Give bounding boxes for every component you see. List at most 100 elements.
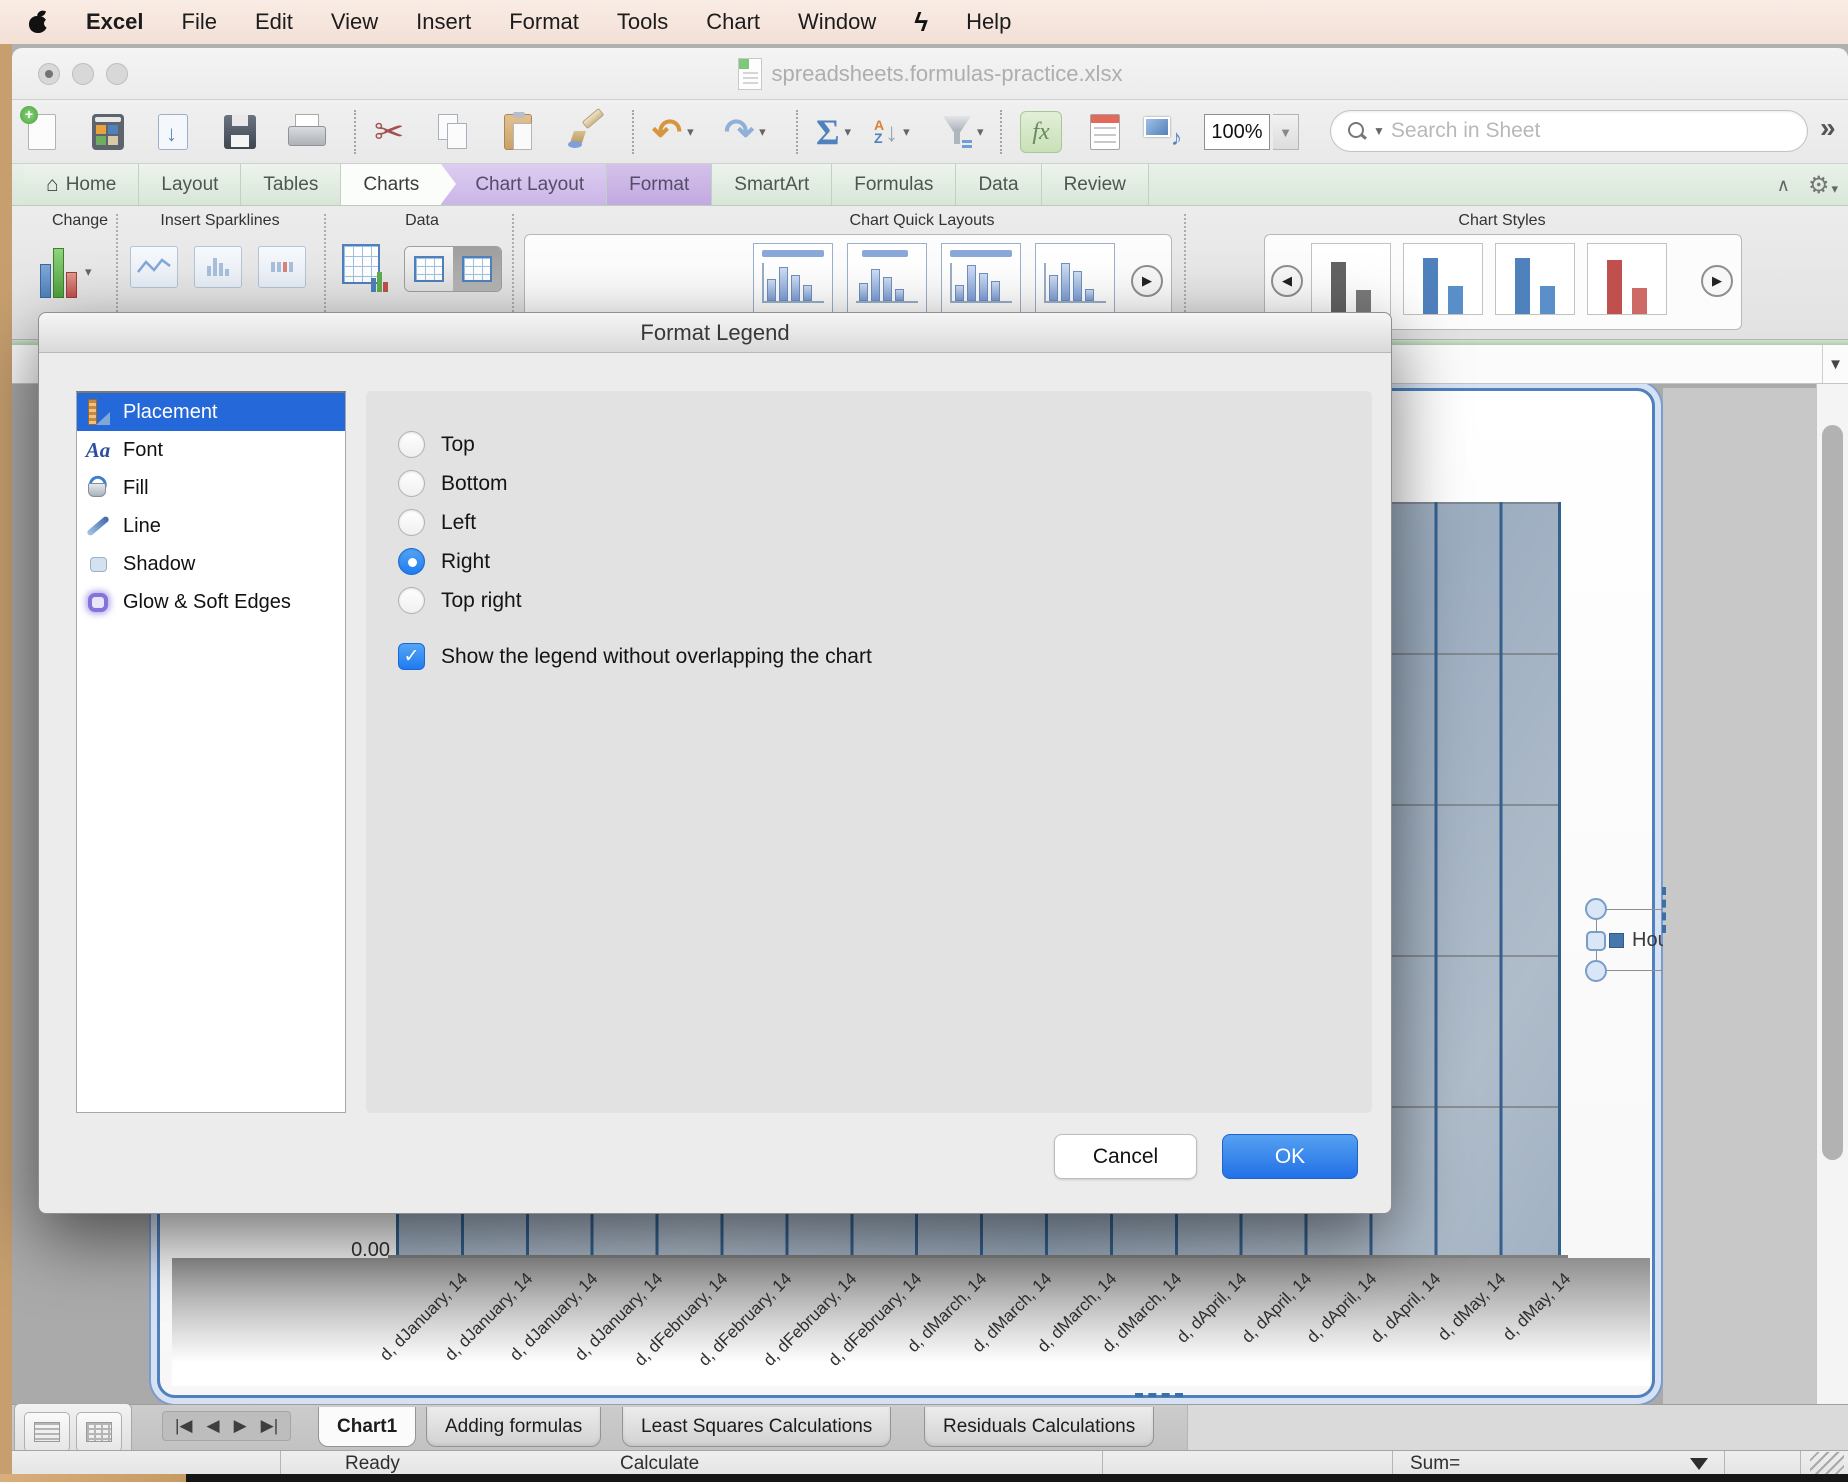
search-field[interactable]: ▼ bbox=[1330, 110, 1808, 152]
menu-item-insert[interactable]: Insert bbox=[416, 9, 471, 35]
previous-sheet-button[interactable]: ◀ bbox=[207, 1416, 220, 1436]
checkbox-checked-icon[interactable]: ✓ bbox=[398, 643, 425, 670]
radio-top[interactable]: Top bbox=[398, 431, 475, 458]
menu-item-file[interactable]: File bbox=[182, 9, 217, 35]
chart-style-1[interactable] bbox=[1311, 243, 1391, 315]
sort-dropdown-arrow[interactable]: ▾ bbox=[903, 124, 910, 140]
ribbon-tab-home[interactable]: ⌂Home bbox=[24, 164, 139, 205]
copy-button[interactable] bbox=[438, 108, 468, 156]
sidebar-item-glow-soft-edges[interactable]: Glow & Soft Edges bbox=[77, 583, 345, 621]
sheet-tab-least-squares[interactable]: Least Squares Calculations bbox=[622, 1407, 891, 1447]
vertical-scrollbar-thumb[interactable] bbox=[1822, 425, 1843, 1160]
radio-left[interactable]: Left bbox=[398, 509, 476, 536]
sidebar-item-font[interactable]: Aa Font bbox=[77, 431, 345, 469]
sheet-tab-adding-formulas[interactable]: Adding formulas bbox=[426, 1407, 601, 1447]
menu-item-window[interactable]: Window bbox=[798, 9, 876, 35]
ribbon-tab-smartart[interactable]: SmartArt bbox=[712, 164, 832, 205]
ok-button[interactable]: OK bbox=[1222, 1134, 1358, 1179]
change-dropdown-arrow[interactable]: ▾ bbox=[85, 264, 92, 280]
quick-layout-4[interactable] bbox=[1035, 243, 1115, 315]
sidebar-item-line[interactable]: Line bbox=[77, 507, 345, 545]
filter-dropdown-arrow[interactable]: ▾ bbox=[977, 124, 984, 140]
chart-style-2[interactable] bbox=[1403, 243, 1483, 315]
ribbon-tab-format[interactable]: Format bbox=[607, 164, 712, 205]
quick-layout-3[interactable] bbox=[941, 243, 1021, 315]
save-button[interactable] bbox=[224, 108, 256, 156]
new-document-button[interactable]: + bbox=[28, 108, 56, 156]
quick-layout-1[interactable] bbox=[753, 243, 833, 315]
chart-styles-scroll-right-button[interactable]: ▶ bbox=[1701, 265, 1733, 297]
sort-button[interactable]: AZ↓▾ bbox=[874, 108, 910, 156]
sidebar-item-fill[interactable]: Fill bbox=[77, 469, 345, 507]
normal-view-button[interactable] bbox=[24, 1412, 70, 1452]
sparkline-column-button[interactable] bbox=[194, 246, 242, 288]
zoom-control[interactable]: 100% ▼ bbox=[1204, 108, 1299, 156]
ribbon-tab-layout[interactable]: Layout bbox=[139, 164, 241, 205]
zoom-value[interactable]: 100% bbox=[1204, 114, 1270, 150]
change-chart-type-button[interactable]: ▾ bbox=[40, 246, 92, 298]
menu-item-format[interactable]: Format bbox=[509, 9, 579, 35]
menu-item-chart[interactable]: Chart bbox=[706, 9, 760, 35]
menu-item-view[interactable]: View bbox=[331, 9, 378, 35]
search-scope-dropdown[interactable]: ▼ bbox=[1373, 124, 1385, 138]
menu-item-tools[interactable]: Tools bbox=[617, 9, 668, 35]
applescript-menu-icon[interactable]: ϟ bbox=[914, 7, 928, 38]
zoom-dropdown-arrow[interactable]: ▼ bbox=[1273, 114, 1299, 150]
radio-circle[interactable] bbox=[398, 587, 425, 614]
paste-button[interactable] bbox=[504, 108, 532, 156]
apple-menu-icon[interactable] bbox=[28, 11, 48, 33]
formula-builder-button[interactable]: fx bbox=[1020, 108, 1062, 156]
last-sheet-button[interactable]: ▶| bbox=[261, 1416, 279, 1436]
redo-dropdown-arrow[interactable]: ▾ bbox=[759, 124, 766, 140]
show-list-button[interactable] bbox=[1090, 108, 1120, 156]
undo-button[interactable]: ↶▾ bbox=[652, 108, 694, 156]
sum-function-dropdown-arrow[interactable] bbox=[1690, 1458, 1708, 1470]
gallery-button[interactable] bbox=[92, 108, 124, 156]
open-button[interactable] bbox=[158, 108, 188, 156]
plot-by-row-button[interactable] bbox=[405, 247, 453, 291]
undo-dropdown-arrow[interactable]: ▾ bbox=[687, 124, 694, 140]
menu-item-help[interactable]: Help bbox=[966, 9, 1011, 35]
redo-button[interactable]: ↷▾ bbox=[724, 108, 766, 156]
search-input[interactable] bbox=[1391, 119, 1791, 143]
formula-bar-dropdown-arrow[interactable]: ▼ bbox=[1822, 345, 1848, 383]
quick-layout-2[interactable] bbox=[847, 243, 927, 315]
quick-layouts-scroll-right-button[interactable]: ▶ bbox=[1131, 265, 1163, 297]
vertical-scrollbar[interactable] bbox=[1816, 384, 1848, 1404]
ribbon-tab-charts[interactable]: Charts bbox=[341, 164, 441, 205]
sparkline-winloss-button[interactable] bbox=[258, 246, 306, 288]
ribbon-tab-data[interactable]: Data bbox=[956, 164, 1041, 205]
sidebar-item-placement[interactable]: Placement bbox=[77, 393, 345, 431]
page-layout-view-button[interactable] bbox=[76, 1412, 122, 1452]
radio-circle[interactable] bbox=[398, 470, 425, 497]
ribbon-collapse-button[interactable]: ∧ bbox=[1777, 175, 1790, 196]
next-sheet-button[interactable]: ▶ bbox=[234, 1416, 247, 1436]
sheet-tab-chart1[interactable]: Chart1 bbox=[318, 1407, 416, 1447]
selection-handle[interactable] bbox=[1585, 960, 1607, 982]
checkbox-no-overlap[interactable]: ✓ Show the legend without overlapping th… bbox=[398, 643, 872, 670]
ribbon-tab-review[interactable]: Review bbox=[1042, 164, 1149, 205]
media-browser-button[interactable]: ♪ bbox=[1144, 108, 1182, 156]
autosum-button[interactable]: Σ▾ bbox=[816, 108, 851, 156]
select-data-button[interactable] bbox=[342, 244, 388, 292]
selection-handle[interactable] bbox=[1586, 931, 1606, 951]
ribbon-tab-tables[interactable]: Tables bbox=[241, 164, 341, 205]
format-painter-button[interactable] bbox=[568, 108, 606, 156]
ribbon-gear-button[interactable]: ⚙▾ bbox=[1808, 171, 1838, 200]
first-sheet-button[interactable]: |◀ bbox=[175, 1416, 193, 1436]
radio-circle[interactable] bbox=[398, 431, 425, 458]
menu-item-excel[interactable]: Excel bbox=[86, 9, 144, 35]
radio-circle-selected[interactable] bbox=[398, 548, 425, 575]
toolbar-overflow-button[interactable]: » bbox=[1820, 112, 1836, 144]
sidebar-item-shadow[interactable]: Shadow bbox=[77, 545, 345, 583]
sparkline-line-button[interactable] bbox=[130, 246, 178, 288]
print-button[interactable] bbox=[288, 108, 324, 156]
chart-styles-scroll-left-button[interactable]: ◀ bbox=[1271, 265, 1303, 297]
radio-bottom[interactable]: Bottom bbox=[398, 470, 508, 497]
autosum-dropdown-arrow[interactable]: ▾ bbox=[845, 124, 852, 140]
radio-top-right[interactable]: Top right bbox=[398, 587, 522, 614]
plot-by-column-button[interactable] bbox=[453, 247, 501, 291]
ribbon-tab-formulas[interactable]: Formulas bbox=[832, 164, 956, 205]
sheet-tab-residuals[interactable]: Residuals Calculations bbox=[924, 1407, 1154, 1447]
ribbon-tab-chart-layout[interactable]: Chart Layout bbox=[441, 164, 607, 205]
